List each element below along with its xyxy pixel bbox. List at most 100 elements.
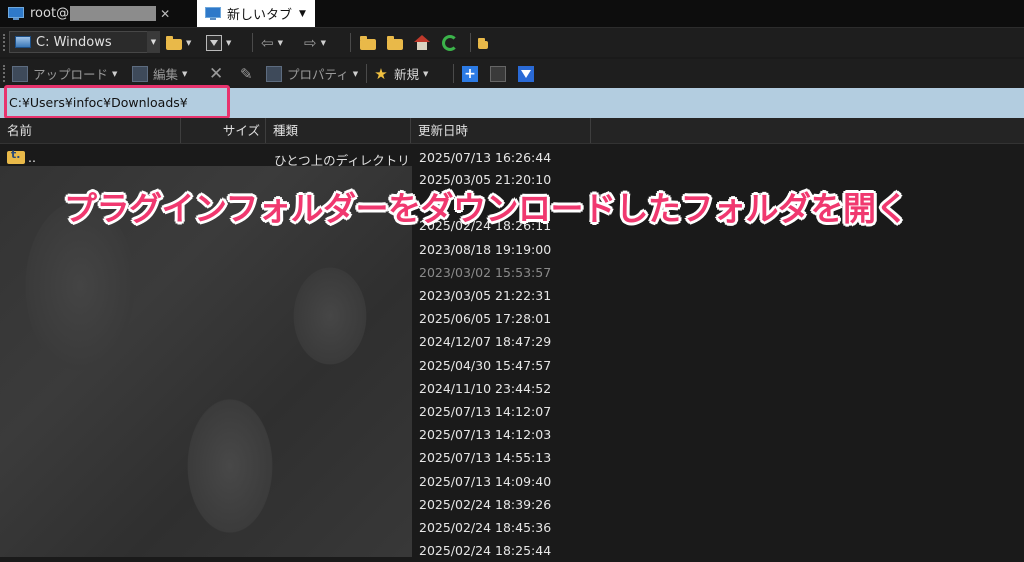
- table-row[interactable]: 2024/12/07 18:47:29: [0, 331, 1024, 353]
- tab-new-tab[interactable]: 新しいタブ ▼: [197, 0, 315, 27]
- row-name: ..: [28, 150, 36, 165]
- row-date: 2025/02/24 18:39:26: [419, 496, 552, 512]
- table-row[interactable]: 2025/02/24 18:45:36: [0, 517, 1024, 539]
- row-date: 2023/03/05 21:22:31: [419, 288, 552, 303]
- table-row[interactable]: 2024/11/10 23:44:52: [0, 378, 1024, 400]
- table-row[interactable]: 2025/07/13 14:12:07: [0, 401, 1024, 423]
- properties-icon: [266, 65, 282, 82]
- chevron-down-icon[interactable]: ▼: [226, 39, 231, 47]
- table-row[interactable]: 2025/04/30 15:47:57: [0, 355, 1024, 377]
- row-date: 2025/07/13 16:26:44: [419, 150, 552, 165]
- row-date: 2025/07/13 14:12:03: [419, 427, 552, 443]
- new-label: 新規: [394, 67, 420, 82]
- rename-button[interactable]: ✎: [240, 63, 253, 84]
- filter-files-button[interactable]: [518, 63, 534, 84]
- chevron-down-icon[interactable]: ▼: [182, 70, 187, 78]
- deselect-button[interactable]: [490, 63, 506, 84]
- filter-button[interactable]: ▼: [206, 32, 231, 53]
- refresh-button[interactable]: [442, 32, 458, 53]
- chevron-down-icon[interactable]: ▼: [321, 39, 326, 47]
- edit-button[interactable]: 編集 ▼: [132, 63, 187, 84]
- table-row[interactable]: 2023/08/18 19:19:00: [0, 239, 1024, 261]
- monitor-icon: [8, 7, 24, 20]
- highlight-box: [4, 85, 230, 119]
- drive-select[interactable]: C: Windows: [9, 31, 159, 53]
- properties-button[interactable]: プロパティ ▼: [266, 63, 358, 84]
- chevron-down-icon[interactable]: ▼: [353, 70, 358, 78]
- row-date: 2024/11/10 23:44:52: [419, 380, 552, 396]
- table-row[interactable]: 2025/07/13 14:55:13: [0, 447, 1024, 469]
- column-header-name[interactable]: 名前: [0, 118, 181, 143]
- tree-button[interactable]: [478, 32, 488, 53]
- root-folder-button[interactable]: [387, 32, 403, 53]
- redacted-host: [70, 6, 157, 21]
- chevron-down-icon[interactable]: ▼: [278, 39, 283, 47]
- tree-icon: [478, 37, 488, 49]
- refresh-icon: [442, 34, 458, 51]
- arrow-right-icon: ⇨: [304, 33, 317, 52]
- tab-bar: root@ ✕ 新しいタブ ▼: [0, 0, 1024, 28]
- table-row[interactable]: 2025/06/05 17:28:01: [0, 308, 1024, 330]
- select-all-button[interactable]: +: [462, 63, 478, 84]
- minus-icon: [490, 65, 506, 82]
- file-toolbar: アップロード ▼ 編集 ▼ ✕ ✎ プロパティ ▼ ★ 新規 ▼ +: [0, 59, 1024, 88]
- chevron-down-icon[interactable]: ▼: [423, 70, 428, 78]
- table-row[interactable]: 2023/03/02 15:53:57: [0, 262, 1024, 284]
- new-item-icon: ★: [374, 64, 388, 83]
- row-date: 2025/02/24 18:25:44: [419, 543, 552, 559]
- new-button[interactable]: ★ 新規 ▼: [373, 63, 428, 84]
- drive-label: C: Windows: [36, 34, 112, 50]
- close-icon[interactable]: ✕: [160, 7, 170, 21]
- forward-button[interactable]: ⇨ ▼: [304, 32, 326, 53]
- toolbar-divider: [470, 33, 471, 52]
- toolbar-grip[interactable]: [3, 34, 7, 51]
- table-row[interactable]: 2025/07/13 14:09:40: [0, 471, 1024, 493]
- row-date: 2025/06/05 17:28:01: [419, 311, 552, 327]
- chevron-down-icon[interactable]: ▼: [299, 9, 306, 19]
- toolbar-grip[interactable]: [3, 65, 7, 82]
- arrow-left-icon: ⇦: [261, 33, 274, 52]
- toolbar-divider: [350, 33, 351, 52]
- row-date: 2025/02/24 18:45:36: [419, 520, 552, 535]
- parent-folder-button[interactable]: [360, 32, 376, 53]
- column-header-type[interactable]: 種類: [266, 118, 411, 143]
- table-row[interactable]: 2023/03/05 21:22:31: [0, 285, 1024, 307]
- parent-dir-name: ..: [7, 148, 36, 165]
- upload-icon: [12, 65, 28, 82]
- properties-label: プロパティ: [287, 67, 349, 82]
- delete-button[interactable]: ✕: [209, 63, 223, 84]
- table-row[interactable]: 2025/02/24 18:39:26: [0, 494, 1024, 516]
- home-button[interactable]: [414, 32, 430, 53]
- root-folder-icon: [387, 36, 403, 50]
- file-list-header: 名前 サイズ 種類 更新日時: [0, 118, 1024, 144]
- open-folder-button[interactable]: ▼: [166, 32, 191, 53]
- upload-button[interactable]: アップロード ▼: [12, 63, 117, 84]
- row-date: 2025/07/13 14:12:07: [419, 404, 552, 419]
- tab-root-session[interactable]: root@ ✕: [0, 0, 192, 27]
- row-date: 2023/03/02 15:53:57: [419, 264, 552, 280]
- row-date: 2023/08/18 19:19:00: [419, 241, 552, 257]
- tab-label: 新しいタブ: [227, 8, 293, 23]
- home-icon: [414, 34, 430, 51]
- filter-icon: [206, 34, 222, 51]
- parent-folder-icon: [7, 148, 25, 164]
- funnel-icon: [518, 65, 534, 82]
- upload-label: アップロード: [33, 67, 109, 82]
- column-header-modified[interactable]: 更新日時: [411, 118, 591, 143]
- table-row[interactable]: 2025/02/24 18:25:44: [0, 540, 1024, 562]
- back-button[interactable]: ⇦ ▼: [261, 32, 283, 53]
- table-row-parent[interactable]: .. ひとつ上のディレクトリ 2025/07/13 16:26:44: [0, 147, 1024, 169]
- column-header-size[interactable]: サイズ: [181, 118, 266, 143]
- parent-folder-icon: [360, 36, 376, 50]
- table-row[interactable]: 2025/07/13 14:12:03: [0, 424, 1024, 446]
- drive-dropdown-button[interactable]: ▼: [147, 31, 160, 53]
- chevron-down-icon[interactable]: ▼: [112, 70, 117, 78]
- rename-icon: ✎: [240, 64, 253, 83]
- edit-label: 編集: [153, 67, 179, 82]
- chevron-down-icon[interactable]: ▼: [186, 39, 191, 47]
- toolbar-divider: [366, 64, 367, 83]
- tab-label: root@: [30, 6, 70, 21]
- monitor-icon: [205, 7, 221, 20]
- row-date: 2024/12/07 18:47:29: [419, 334, 552, 350]
- delete-icon: ✕: [209, 63, 224, 84]
